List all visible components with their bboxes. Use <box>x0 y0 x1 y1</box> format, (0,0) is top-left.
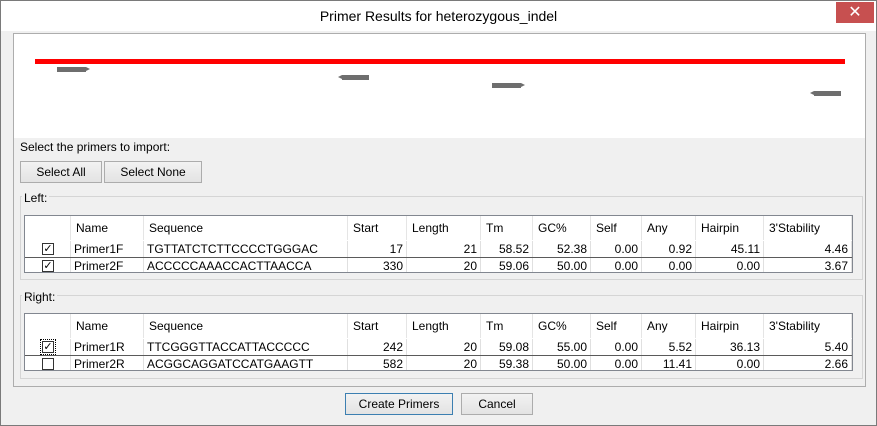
table-row[interactable]: ✓ Primer1F TGTTATCTCTTCCCCTGGGAC 17 21 5… <box>25 241 852 257</box>
column-header-check <box>25 216 71 240</box>
primer-any: 0.92 <box>642 241 696 257</box>
primer-hairpin: 36.13 <box>696 339 764 355</box>
table-row[interactable]: ✓ Primer1R TTCGGGTTACCATTACCCCC 242 20 5… <box>25 339 852 355</box>
right-primers-table: Name Sequence Start Length Tm GC% Self A… <box>24 313 853 371</box>
primer-start: 582 <box>348 356 407 370</box>
primer-length: 21 <box>407 241 481 257</box>
column-header[interactable]: Self <box>591 314 642 338</box>
primer-gc: 52.38 <box>533 241 591 257</box>
include-checkbox[interactable]: ✓ <box>42 260 54 272</box>
primer-sequence: TGTTATCTCTTCCCCTGGGAC <box>144 241 348 257</box>
include-checkbox[interactable]: ✓ <box>42 243 54 255</box>
primer-tm: 59.06 <box>481 258 533 272</box>
primer-stability: 4.46 <box>764 241 852 257</box>
primer-name: Primer1R <box>71 339 144 355</box>
primer-sequence: TTCGGGTTACCATTACCCCC <box>144 339 348 355</box>
primer-length: 20 <box>407 258 481 272</box>
select-all-button[interactable]: Select All <box>20 161 102 183</box>
primer-length: 20 <box>407 356 481 370</box>
column-header[interactable]: Name <box>71 314 144 338</box>
primer2f-mark <box>492 83 525 88</box>
primer-self: 0.00 <box>591 339 642 355</box>
primer-any: 0.00 <box>642 258 696 272</box>
title-bar[interactable]: Primer Results for heterozygous_indel ✕ <box>1 1 876 31</box>
primer-hairpin: 0.00 <box>696 356 764 370</box>
column-header[interactable]: Sequence <box>144 216 348 240</box>
primer-name: Primer2F <box>71 258 144 272</box>
primer2r-mark <box>810 91 841 96</box>
checkbox-cell: ✓ <box>25 339 71 355</box>
primer-stability: 3.67 <box>764 258 852 272</box>
primer-any: 5.52 <box>642 339 696 355</box>
primer-hairpin: 0.00 <box>696 258 764 272</box>
column-header[interactable]: Self <box>591 216 642 240</box>
primer-self: 0.00 <box>591 258 642 272</box>
content-frame: Select the primers to import: Select All… <box>13 33 866 387</box>
column-header[interactable]: Any <box>642 314 696 338</box>
primer1f-mark <box>57 67 90 72</box>
column-header[interactable]: Hairpin <box>696 314 764 338</box>
primer-start: 242 <box>348 339 407 355</box>
left-group-label: Left: <box>22 191 50 205</box>
instructions-label: Select the primers to import: <box>20 140 171 154</box>
primer-gc: 55.00 <box>533 339 591 355</box>
table-header: Name Sequence Start Length Tm GC% Self A… <box>25 314 852 338</box>
close-button[interactable]: ✕ <box>836 2 874 23</box>
column-header[interactable]: Sequence <box>144 314 348 338</box>
column-header[interactable]: Start <box>348 314 407 338</box>
primer-self: 0.00 <box>591 356 642 370</box>
include-checkbox[interactable] <box>42 358 54 370</box>
column-header[interactable]: Length <box>407 314 481 338</box>
cancel-button[interactable]: Cancel <box>461 393 533 415</box>
checkbox-cell: ✓ <box>25 241 71 257</box>
primer-gc: 50.00 <box>533 258 591 272</box>
primer-tm: 59.38 <box>481 356 533 370</box>
primer-start: 17 <box>348 241 407 257</box>
primer-map-preview <box>14 34 865 138</box>
window-title: Primer Results for heterozygous_indel <box>319 8 558 24</box>
primer-sequence: ACCCCCAAACCACTTAACCA <box>144 258 348 272</box>
primer-sequence: ACGGCAGGATCCATGAAGTT <box>144 356 348 370</box>
primer-stability: 5.40 <box>764 339 852 355</box>
include-checkbox[interactable]: ✓ <box>40 339 56 355</box>
primer-hairpin: 45.11 <box>696 241 764 257</box>
primer-start: 330 <box>348 258 407 272</box>
column-header[interactable]: Start <box>348 216 407 240</box>
primer-length: 20 <box>407 339 481 355</box>
table-row[interactable]: Primer2R ACGGCAGGATCCATGAAGTT 582 20 59.… <box>25 356 852 370</box>
column-header[interactable]: Tm <box>481 216 533 240</box>
primer-self: 0.00 <box>591 241 642 257</box>
checkbox-cell <box>25 356 71 370</box>
column-header[interactable]: GC% <box>533 216 591 240</box>
column-header[interactable]: Name <box>71 216 144 240</box>
left-primers-table: Name Sequence Start Length Tm GC% Self A… <box>24 215 853 273</box>
primer-gc: 50.00 <box>533 356 591 370</box>
column-header[interactable]: 3'Stability <box>764 314 852 338</box>
column-header[interactable]: Hairpin <box>696 216 764 240</box>
primer-tm: 58.52 <box>481 241 533 257</box>
primer-name: Primer2R <box>71 356 144 370</box>
sequence-bar <box>35 59 845 64</box>
primer1r-mark <box>338 75 369 80</box>
right-group-label: Right: <box>22 290 58 304</box>
primer-stability: 2.66 <box>764 356 852 370</box>
column-header[interactable]: Tm <box>481 314 533 338</box>
primer-name: Primer1F <box>71 241 144 257</box>
checkbox-cell: ✓ <box>25 258 71 272</box>
column-header[interactable]: Length <box>407 216 481 240</box>
column-header-check <box>25 314 71 338</box>
select-none-button[interactable]: Select None <box>104 161 202 183</box>
create-primers-button[interactable]: Create Primers <box>345 393 453 415</box>
column-header[interactable]: 3'Stability <box>764 216 852 240</box>
primer-results-dialog: Primer Results for heterozygous_indel ✕ … <box>0 0 877 426</box>
table-row[interactable]: ✓ Primer2F ACCCCCAAACCACTTAACCA 330 20 5… <box>25 258 852 272</box>
column-header[interactable]: GC% <box>533 314 591 338</box>
primer-tm: 59.08 <box>481 339 533 355</box>
primer-any: 11.41 <box>642 356 696 370</box>
column-header[interactable]: Any <box>642 216 696 240</box>
table-header: Name Sequence Start Length Tm GC% Self A… <box>25 216 852 240</box>
